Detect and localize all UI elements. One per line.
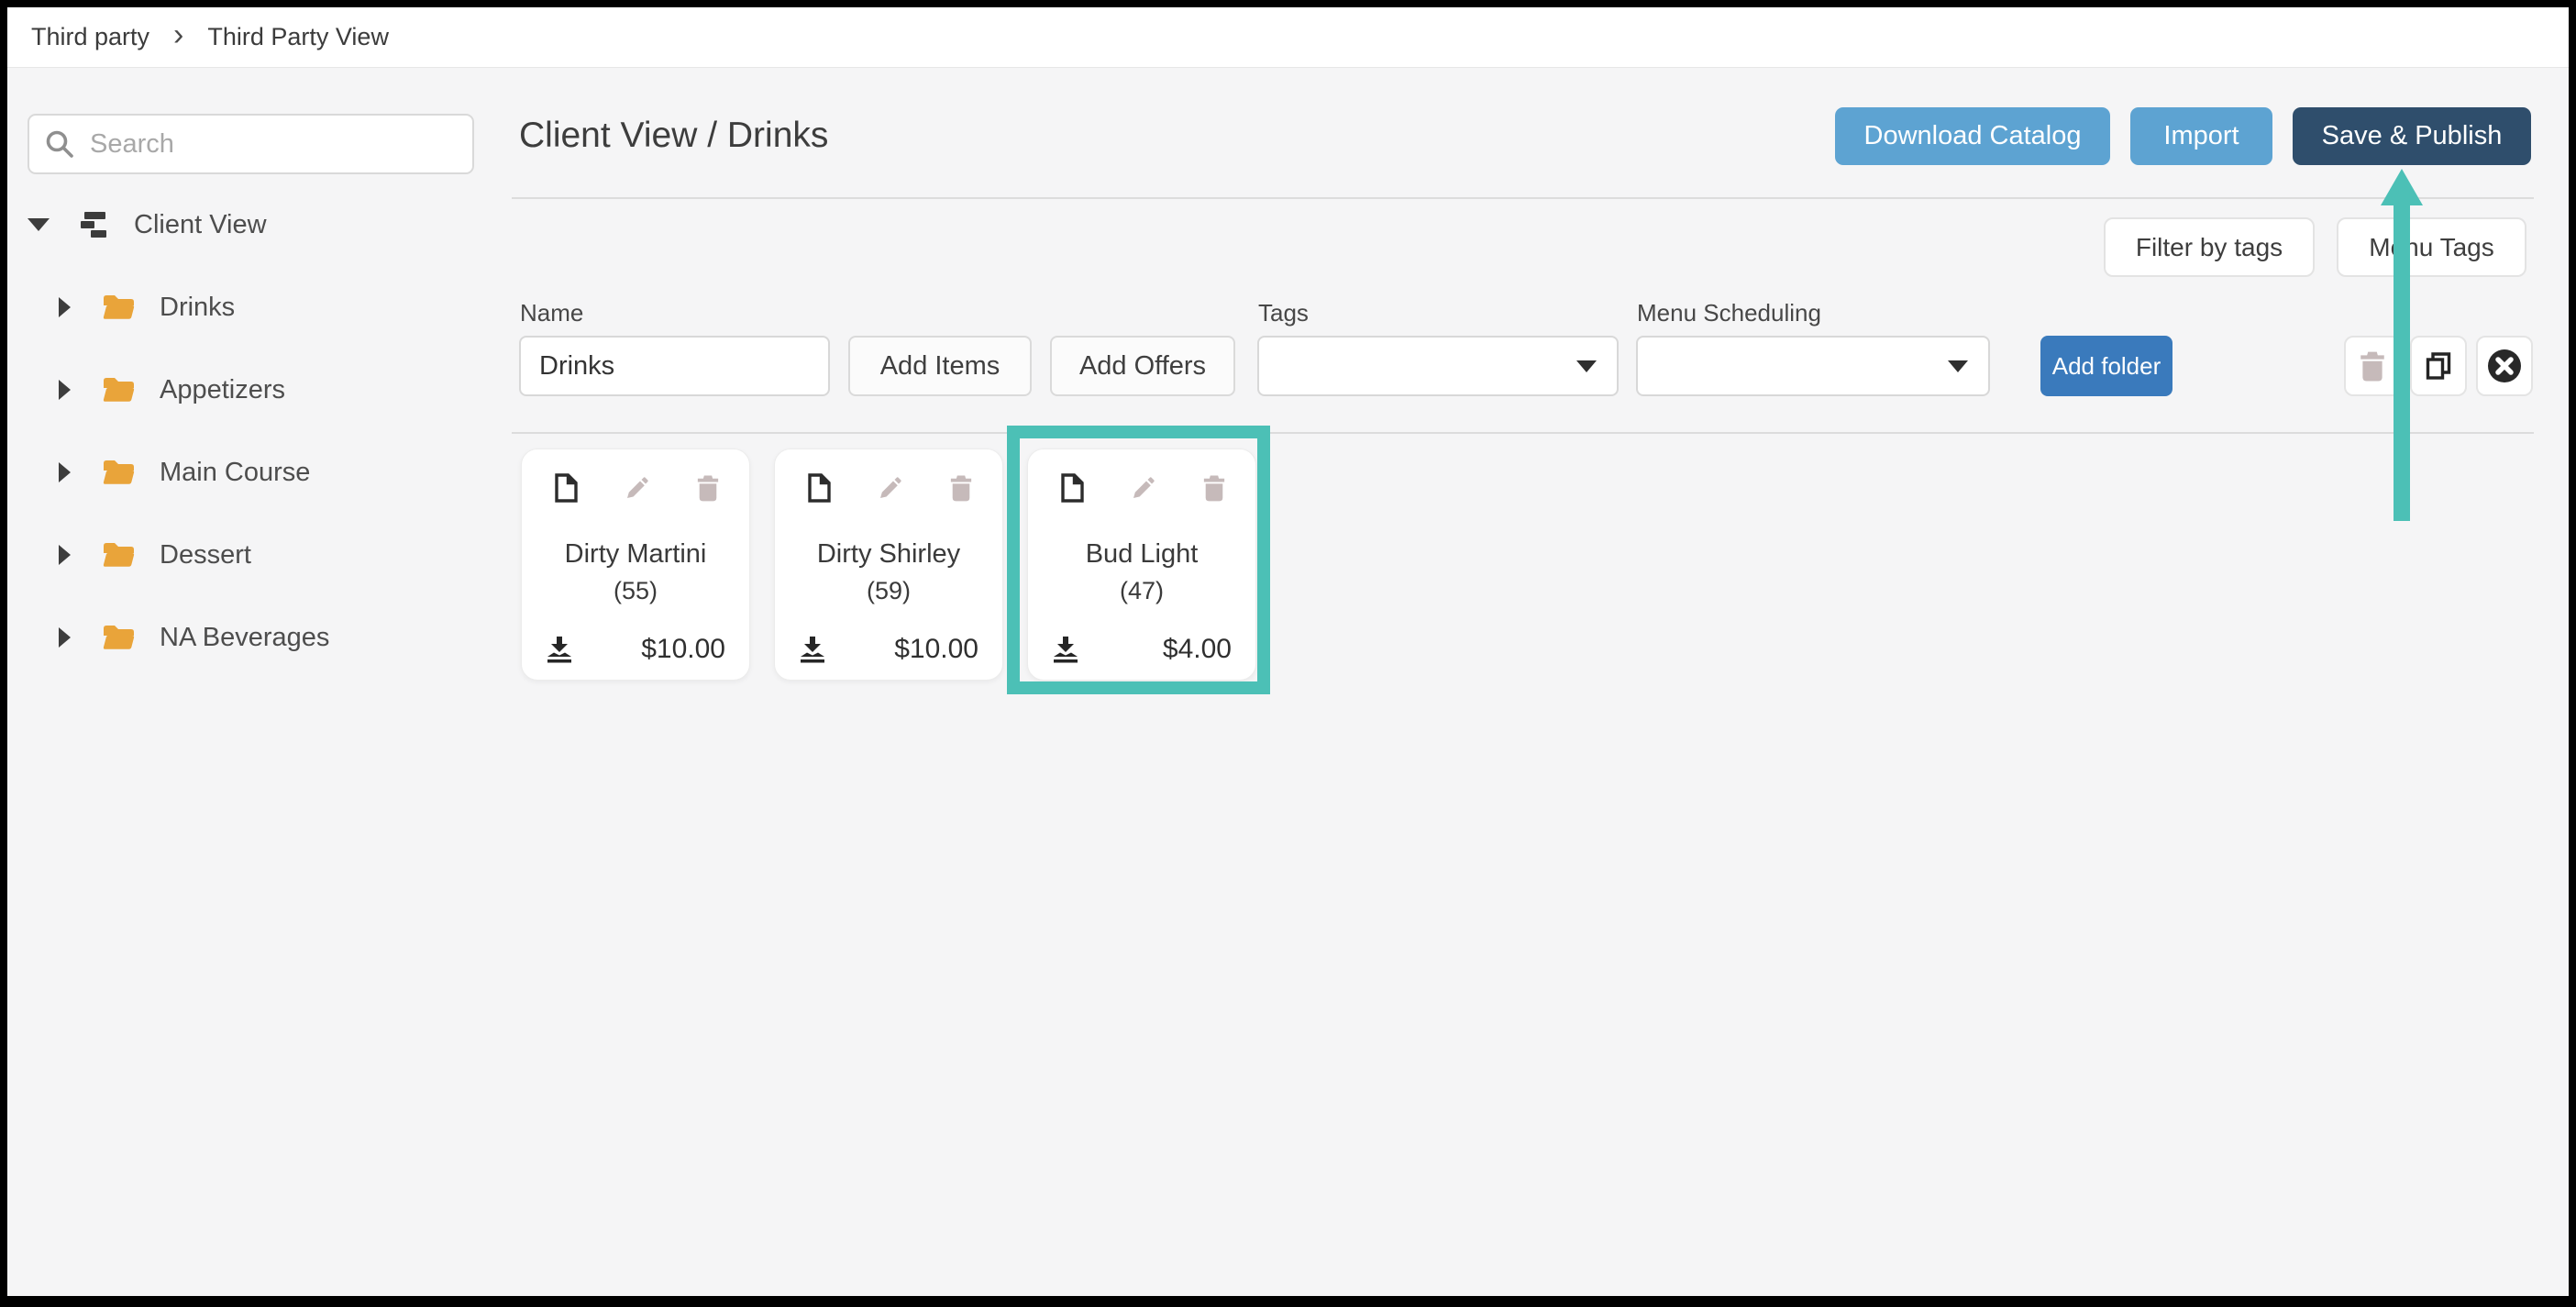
file-icon [553,473,579,503]
copy-icon [2424,351,2453,381]
trash-icon [2359,350,2386,382]
tree-item-dessert[interactable]: Dessert [0,514,495,596]
card-footer: $10.00 [797,634,978,665]
chevron-right-icon[interactable] [59,380,71,400]
tree-item-drinks[interactable]: Drinks [0,266,495,349]
file-icon [806,473,832,503]
app-window: Third party › Third Party View Client Vi… [0,0,2576,1307]
import-button[interactable]: Import [2130,107,2272,165]
item-card-bud-light[interactable]: Bud Light (47) $4.00 [1027,449,1256,681]
item-card-dirty-martini[interactable]: Dirty Martini (55) $10.00 [521,449,750,681]
menu-scheduling-label: Menu Scheduling [1637,299,1821,327]
chevron-right-icon[interactable] [59,462,71,482]
close-button[interactable] [2476,336,2533,396]
item-name: Bud Light [1028,539,1255,570]
trash-icon[interactable] [696,474,720,502]
name-input[interactable] [519,336,830,396]
download-icon [797,636,828,665]
window-frame-bottom [0,1296,2576,1307]
item-price: $10.00 [641,634,725,665]
tree-item-na-beverages[interactable]: NA Beverages [0,596,495,679]
chevron-down-icon [1576,360,1597,372]
header-actions: Download Catalog Import Save & Publish [1834,107,2531,165]
search-icon [44,128,75,160]
close-icon [2486,348,2523,384]
tree-item-label: Dessert [160,540,251,570]
add-offers-button[interactable]: Add Offers [1050,336,1235,396]
filter-by-tags-button[interactable]: Filter by tags [2104,217,2315,277]
tree-item-label: Main Course [160,458,310,488]
menu-tags-button[interactable]: Menu Tags [2337,217,2526,277]
chevron-down-icon[interactable] [28,218,50,231]
folder-icon [102,376,136,404]
folder-icon [102,459,136,486]
add-folder-button[interactable]: Add folder [2040,336,2172,396]
breadcrumb-item-third-party-view[interactable]: Third Party View [207,23,389,51]
tree-item-label: Appetizers [160,375,285,405]
tree-item-label: Drinks [160,293,235,323]
form-divider [512,432,2534,434]
arrow-annotation-shaft [2394,202,2410,521]
card-icon-row [775,449,1002,503]
menu-scheduling-select[interactable] [1636,336,1990,396]
breadcrumb-bar: Third party › Third Party View [7,7,2569,68]
duplicate-folder-button[interactable] [2410,336,2467,396]
breadcrumb-separator-icon: › [173,19,183,50]
trash-icon[interactable] [1202,474,1226,502]
trash-icon[interactable] [949,474,973,502]
tree-item-appetizers[interactable]: Appetizers [0,349,495,431]
name-label: Name [520,299,583,327]
card-footer: $10.00 [544,634,725,665]
card-icon-row [522,449,749,503]
item-name: Dirty Shirley [775,539,1002,570]
page-title: Client View / Drinks [519,116,828,156]
arrow-annotation-head [2381,169,2423,205]
edit-pencil-icon[interactable] [1129,473,1158,503]
card-footer: $4.00 [1050,634,1232,665]
download-icon [1050,636,1081,665]
item-name: Dirty Martini [522,539,749,570]
breadcrumb-item-third-party[interactable]: Third party [31,23,149,51]
chevron-right-icon[interactable] [59,627,71,648]
edit-pencil-icon[interactable] [876,473,905,503]
item-count: (47) [1028,577,1255,605]
tree-item-label: Client View [134,210,267,240]
file-icon [1059,473,1085,503]
search-box [28,114,474,174]
folder-icon [102,294,136,321]
window-frame-left [0,0,7,1307]
chevron-down-icon [1948,360,1968,372]
item-count: (55) [522,577,749,605]
download-icon [544,636,575,665]
tree-item-client-view[interactable]: Client View [0,183,495,266]
add-items-button[interactable]: Add Items [848,336,1032,396]
tree-item-main-course[interactable]: Main Course [0,431,495,514]
folder-tree: Client View Drinks Appetizers Main [0,183,495,679]
delete-folder-button[interactable] [2344,336,2401,396]
hierarchy-icon [81,211,108,238]
tree-item-label: NA Beverages [160,623,329,653]
folder-icon-actions [2344,336,2533,396]
item-price: $10.00 [894,634,978,665]
card-icon-row [1028,449,1255,503]
folder-icon [102,624,136,651]
window-frame-right [2569,0,2576,1307]
search-input[interactable] [90,129,458,160]
edit-pencil-icon[interactable] [623,473,652,503]
chevron-right-icon[interactable] [59,545,71,565]
item-count: (59) [775,577,1002,605]
chevron-right-icon[interactable] [59,297,71,317]
item-card-dirty-shirley[interactable]: Dirty Shirley (59) $10.00 [774,449,1003,681]
download-catalog-button[interactable]: Download Catalog [1835,107,2110,165]
item-price: $4.00 [1163,634,1232,665]
tag-actions: Filter by tags Menu Tags [2104,217,2526,277]
tags-label: Tags [1258,299,1309,327]
folder-icon [102,541,136,569]
header-divider [512,197,2534,199]
save-publish-button[interactable]: Save & Publish [2293,107,2531,165]
window-frame-top [0,0,2576,7]
tags-select[interactable] [1257,336,1619,396]
